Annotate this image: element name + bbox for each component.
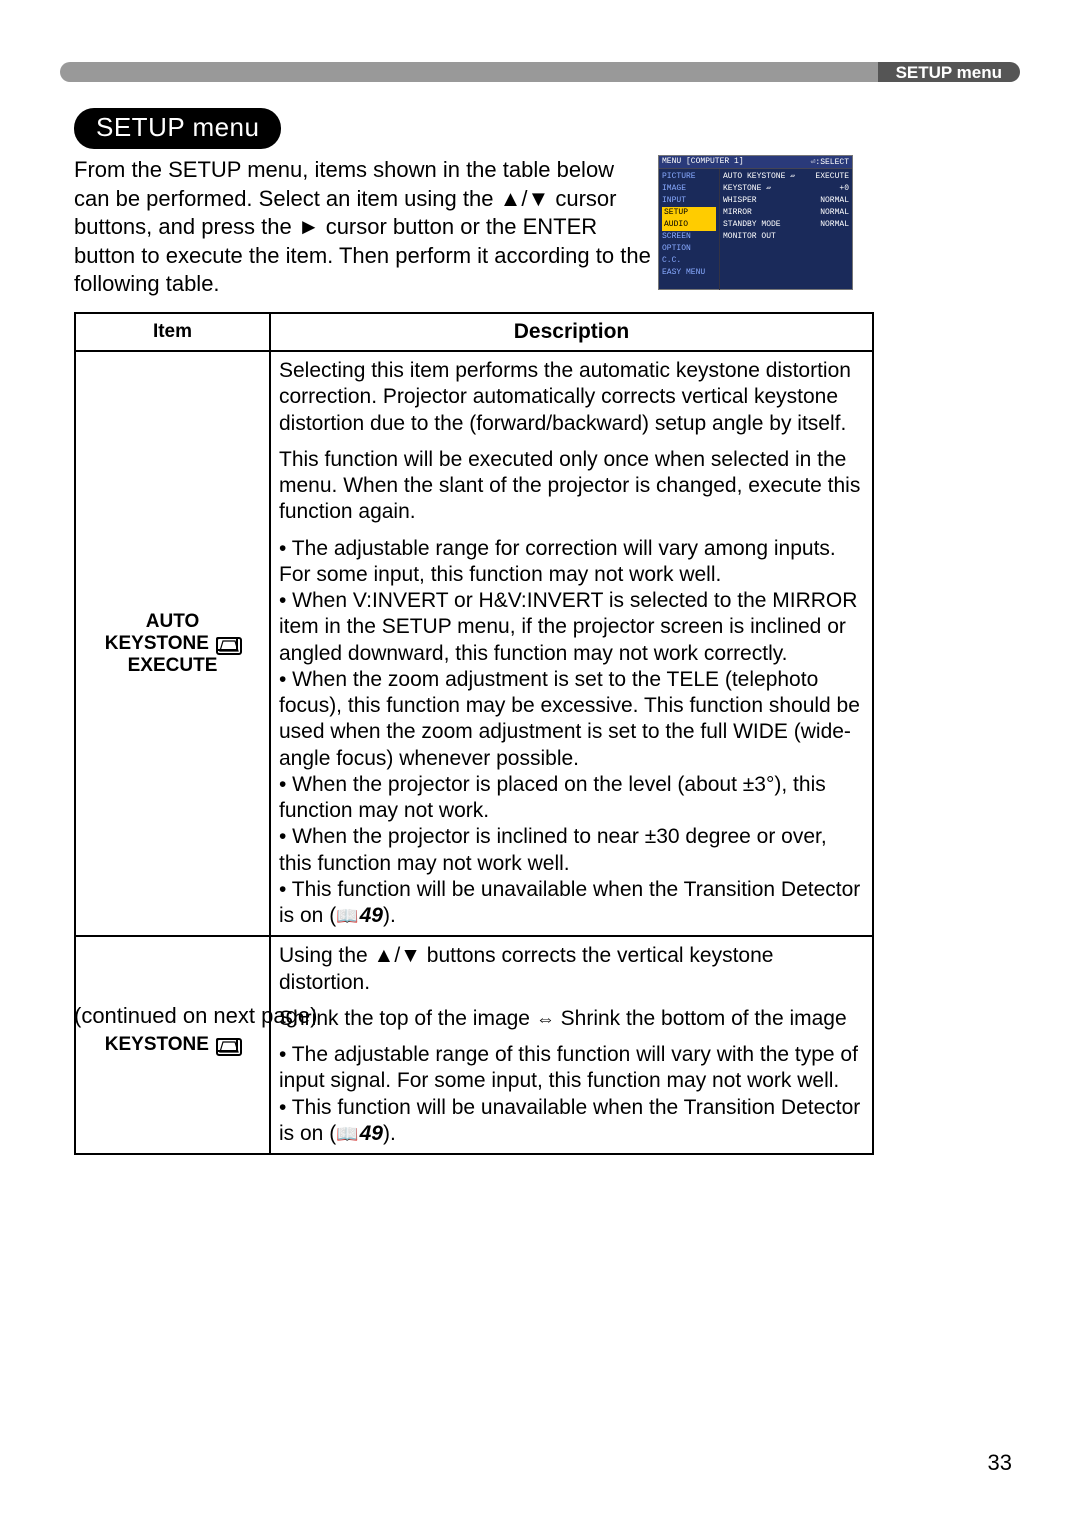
keystone-icon <box>216 1038 238 1052</box>
osd-left-item: EASY MENU <box>662 267 716 279</box>
continued-note: (continued on next page) <box>74 1003 317 1029</box>
osd-right-col: AUTO KEYSTONE ▱EXECUTEKEYSTONE ▱+0WHISPE… <box>719 169 852 290</box>
osd-left-item: AUDIO <box>662 219 716 231</box>
osd-right-row: MONITOR OUT <box>723 231 849 243</box>
desc-paragraph: Shrink the top of the image ⇔ Shrink the… <box>279 1006 864 1032</box>
table-head-desc: Description <box>270 313 873 351</box>
osd-right-row: KEYSTONE ▱+0 <box>723 183 849 195</box>
item-line: EXECUTE <box>84 655 261 677</box>
header-bar: SETUP menu <box>60 62 1020 82</box>
desc-paragraph: • The adjustable range for correction wi… <box>279 536 864 930</box>
item-line: AUTO <box>84 611 261 633</box>
item-line: KEYSTONE <box>84 633 261 655</box>
osd-left-item: SCREEN <box>662 231 716 243</box>
double-arrow-icon: ⇔ <box>536 1009 555 1030</box>
osd-left-item: C.C. <box>662 255 716 267</box>
osd-left-item: INPUT <box>662 195 716 207</box>
osd-left-item: SETUP <box>662 207 716 219</box>
page-ref: 49 <box>360 1122 383 1145</box>
osd-left-item: PICTURE <box>662 171 716 183</box>
osd-right-row: STANDBY MODENORMAL <box>723 219 849 231</box>
osd-right-row: MIRRORNORMAL <box>723 207 849 219</box>
page-ref: 49 <box>360 904 383 927</box>
table-row: KEYSTONE Using the ▲/▼ buttons corrects … <box>75 936 873 1154</box>
book-icon: 📖 <box>336 1123 358 1146</box>
table-row: AUTOKEYSTONE EXECUTESelecting this item … <box>75 351 873 936</box>
osd-top-left: MENU [COMPUTER 1] <box>662 157 744 167</box>
header-bar-gray <box>60 62 878 82</box>
page-number: 33 <box>988 1450 1012 1476</box>
section-title: SETUP menu <box>74 108 281 149</box>
table-item-cell: AUTOKEYSTONE EXECUTE <box>75 351 270 936</box>
book-icon: 📖 <box>336 905 358 928</box>
osd-menu-screenshot: MENU [COMPUTER 1] ⏎:SELECT PICTUREIMAGEI… <box>658 155 853 290</box>
osd-top-right: ⏎:SELECT <box>811 157 849 167</box>
osd-right-row: AUTO KEYSTONE ▱EXECUTE <box>723 171 849 183</box>
header-bar-label: SETUP menu <box>878 62 1020 82</box>
osd-right-row: WHISPERNORMAL <box>723 195 849 207</box>
desc-paragraph: • The adjustable range of this function … <box>279 1042 864 1147</box>
table-desc-cell: Using the ▲/▼ buttons corrects the verti… <box>270 936 873 1154</box>
desc-paragraph: Selecting this item performs the automat… <box>279 358 864 437</box>
table-item-cell: KEYSTONE <box>75 936 270 1154</box>
table-desc-cell: Selecting this item performs the automat… <box>270 351 873 936</box>
osd-left-col: PICTUREIMAGEINPUTSETUPAUDIOSCREENOPTIONC… <box>659 169 719 290</box>
desc-paragraph: This function will be executed only once… <box>279 447 864 526</box>
intro-text: From the SETUP menu, items shown in the … <box>74 156 654 299</box>
item-line: KEYSTONE <box>84 1034 261 1056</box>
desc-paragraph: Using the ▲/▼ buttons corrects the verti… <box>279 943 864 996</box>
osd-left-item: IMAGE <box>662 183 716 195</box>
table-head-item: Item <box>75 313 270 351</box>
keystone-icon <box>216 637 238 651</box>
osd-left-item: OPTION <box>662 243 716 255</box>
